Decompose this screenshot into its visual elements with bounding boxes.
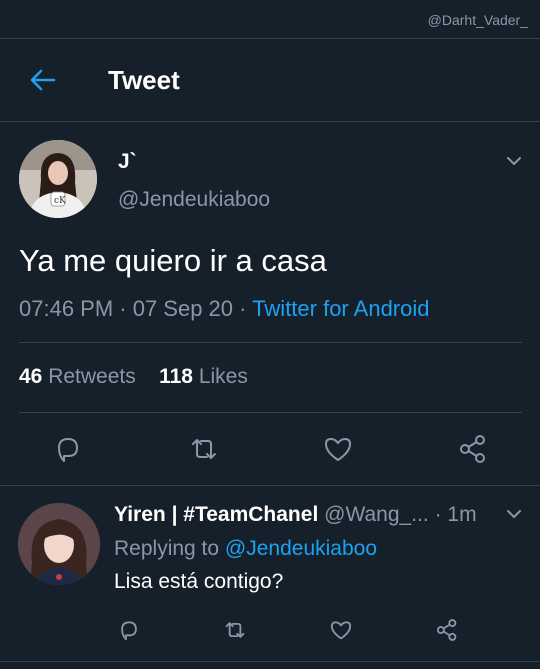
avatar[interactable]: cK [19, 140, 97, 218]
reply-handle[interactable]: @Wang_... [324, 503, 429, 526]
likes-count: 118 [159, 365, 193, 388]
user-handle[interactable]: @Jendeukiaboo [118, 188, 270, 212]
reply-icon[interactable] [116, 617, 142, 643]
like-icon[interactable] [328, 617, 354, 643]
page-title: Tweet [108, 65, 180, 95]
like-icon[interactable] [321, 432, 355, 466]
retweets-label: Retweets [48, 365, 136, 388]
replying-to-label: Replying to [114, 537, 220, 560]
tweet-meta: 07:46 PM · 07 Sep 20 · Twitter for Andro… [19, 296, 430, 322]
section-divider [0, 661, 540, 662]
retweet-icon[interactable] [187, 432, 221, 466]
retweets-count: 46 [19, 365, 43, 388]
share-icon[interactable] [456, 432, 490, 466]
reply-header: Yiren | #TeamChanel @Wang_... · 1m [114, 503, 477, 527]
svg-text:cK: cK [54, 196, 66, 206]
retweets-stat[interactable]: 46 Retweets [19, 365, 136, 388]
retweet-icon[interactable] [222, 617, 248, 643]
section-divider [0, 485, 540, 486]
header-bar: Tweet [0, 38, 540, 122]
likes-label: Likes [198, 365, 248, 388]
likes-stat[interactable]: 118 Likes [159, 365, 248, 388]
avatar[interactable] [18, 503, 100, 585]
reply-time: · 1m [434, 503, 477, 526]
display-name[interactable]: J` [118, 150, 137, 174]
divider [19, 412, 522, 413]
replying-to: Replying to @Jendeukiaboo [114, 537, 377, 561]
chevron-down-icon[interactable] [504, 151, 524, 171]
engagement-stats: 46 Retweets 118 Likes [19, 365, 248, 389]
reply-display-name[interactable]: Yiren | #TeamChanel [114, 503, 318, 526]
tweet-timestamp: 07:46 PM · 07 Sep 20 [19, 296, 234, 321]
back-arrow-icon[interactable] [28, 65, 58, 95]
share-icon[interactable] [434, 617, 460, 643]
meta-separator: · [233, 296, 253, 321]
chevron-down-icon[interactable] [504, 504, 524, 524]
replying-to-handle[interactable]: @Jendeukiaboo [225, 537, 377, 560]
watermark: @Darht_Vader_ [427, 12, 528, 28]
divider [19, 342, 522, 343]
tweet-source-link[interactable]: Twitter for Android [252, 296, 429, 321]
reply-icon[interactable] [51, 432, 85, 466]
reply-text: Lisa está contigo? [114, 570, 284, 593]
tweet-text: Ya me quiero ir a casa [19, 243, 327, 278]
